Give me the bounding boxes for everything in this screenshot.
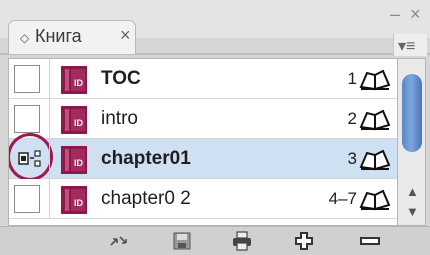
scroll-up-arrow-icon[interactable]: ▲ [406, 184, 419, 199]
document-icon-label: ID [74, 198, 84, 208]
document-list: ID TOC 1 ID intro 2 ID chapter01 3 ID ch… [8, 58, 398, 226]
book-pages-icon [359, 109, 391, 131]
print-book-icon[interactable] [231, 231, 253, 251]
document-icon-label: ID [74, 78, 84, 88]
document-pages: 4–7 [328, 189, 357, 208]
document-row-chapter02[interactable]: ID chapter0 2 4–7 [9, 179, 397, 219]
book-panel: – × ◇ Книга × ▾≡ ID TOC 1 ID intro 2 ID … [0, 0, 430, 255]
column-separator [49, 139, 50, 179]
document-pages: 1 [347, 69, 357, 88]
panel-menu-button[interactable]: ▾≡ [393, 34, 427, 56]
tab-grip-icon: ◇ [20, 31, 30, 45]
highlight-circle [9, 133, 53, 181]
column-separator [49, 59, 50, 99]
add-document-icon[interactable] [293, 231, 315, 251]
column-separator [49, 99, 50, 139]
document-pages: 3 [347, 149, 357, 168]
document-icon-label: ID [74, 118, 84, 128]
indesign-document-icon: ID [61, 146, 87, 174]
book-pages-icon [359, 149, 391, 171]
book-pages-icon [359, 189, 391, 211]
indesign-document-icon: ID [61, 186, 87, 214]
document-row-toc[interactable]: ID TOC 1 [9, 59, 397, 99]
scroll-thumb[interactable] [402, 74, 422, 152]
minimize-button[interactable]: – [390, 4, 400, 25]
book-pages-icon [359, 69, 391, 91]
save-book-icon[interactable] [171, 231, 193, 251]
panel-footer [0, 226, 430, 255]
document-pages: 2 [347, 109, 357, 128]
tab-book[interactable]: ◇ Книга × [8, 20, 136, 54]
document-name: intro [101, 108, 138, 129]
indesign-document-icon: ID [61, 66, 87, 94]
scroll-down-arrow-icon[interactable]: ▼ [406, 204, 419, 219]
indesign-document-icon: ID [61, 106, 87, 134]
document-name: TOC [101, 68, 141, 89]
document-name: chapter01 [101, 148, 191, 169]
tab-title: Книга [35, 26, 82, 46]
panel-menu-icon: ▾≡ [398, 38, 416, 55]
document-row-chapter01[interactable]: ID chapter01 3 [9, 133, 397, 181]
document-icon-label: ID [74, 158, 84, 168]
row-status-box[interactable] [14, 185, 40, 213]
column-separator [49, 179, 50, 219]
remove-document-icon[interactable] [359, 231, 381, 251]
row-status-box[interactable] [14, 65, 40, 93]
row-status-box[interactable] [14, 105, 40, 133]
document-row-intro[interactable]: ID intro 2 [9, 99, 397, 139]
synchronize-icon[interactable] [108, 231, 130, 251]
document-name: chapter0 2 [101, 188, 191, 209]
close-panel-button[interactable]: × [410, 4, 421, 25]
tab-close-icon[interactable]: × [120, 25, 131, 46]
